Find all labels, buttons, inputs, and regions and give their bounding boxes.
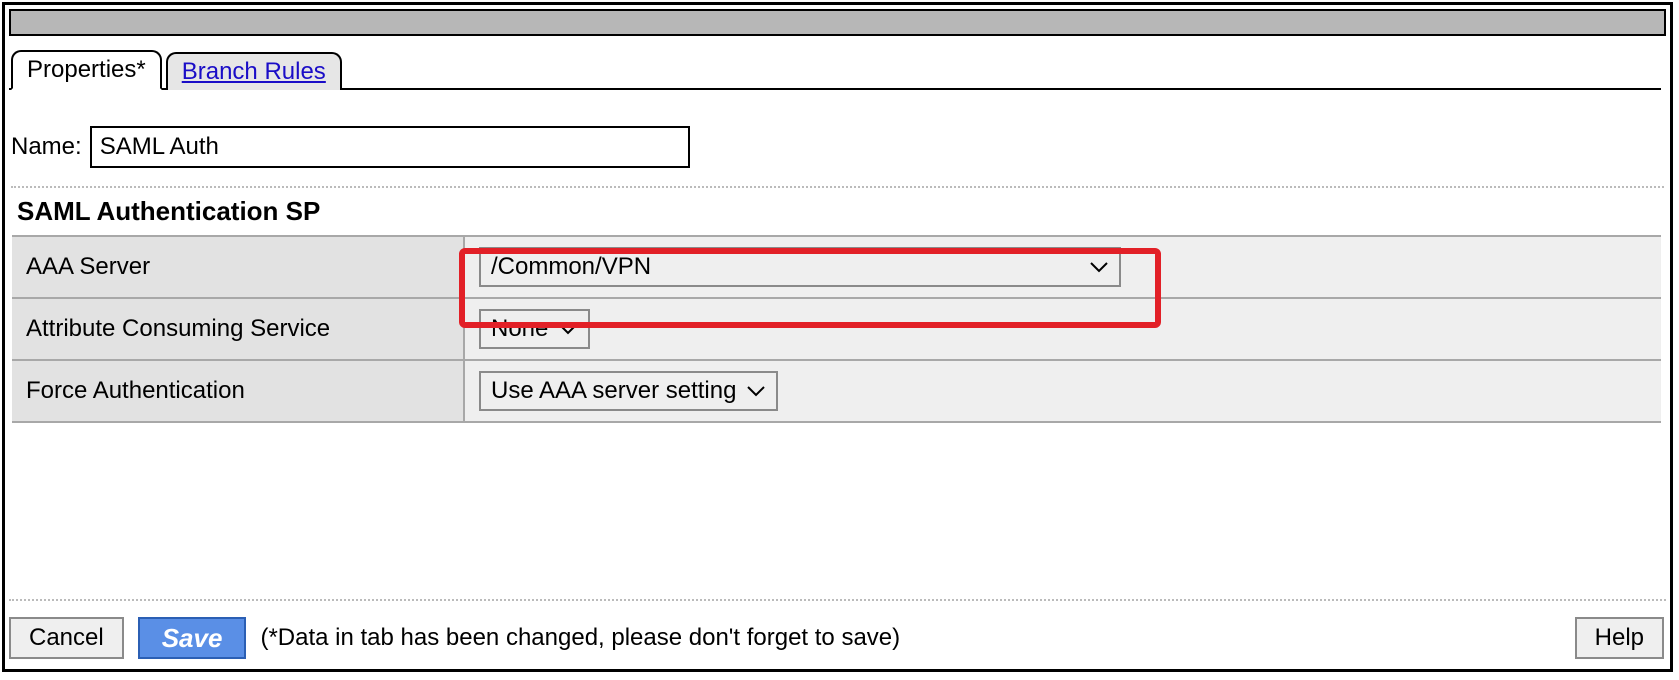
tab-properties[interactable]: Properties* — [11, 50, 162, 90]
label-aaa-server: AAA Server — [12, 236, 464, 298]
chevron-down-icon — [746, 385, 766, 397]
tab-branch-rules[interactable]: Branch Rules — [166, 52, 342, 90]
footer: Cancel Save (*Data in tab has been chang… — [9, 599, 1666, 659]
unsaved-note: (*Data in tab has been changed, please d… — [260, 624, 900, 652]
footer-divider — [9, 599, 1666, 601]
label-force-auth: Force Authentication — [12, 360, 464, 422]
chevron-down-icon — [558, 323, 578, 335]
footer-row: Cancel Save (*Data in tab has been chang… — [9, 617, 1666, 659]
name-input[interactable] — [90, 126, 690, 168]
select-force-auth[interactable]: Use AAA server setting — [479, 371, 778, 411]
select-force-auth-value: Use AAA server setting — [491, 377, 736, 405]
section-title: SAML Authentication SP — [17, 196, 1666, 227]
select-aaa-server[interactable]: /Common/VPN — [479, 247, 1121, 287]
select-acs-value: None — [491, 315, 548, 343]
tab-properties-label: Properties* — [27, 56, 146, 83]
cancel-button[interactable]: Cancel — [9, 617, 124, 659]
divider — [11, 186, 1664, 188]
cancel-button-label: Cancel — [29, 624, 104, 652]
select-acs[interactable]: None — [479, 309, 590, 349]
help-button[interactable]: Help — [1575, 617, 1664, 659]
name-row: Name: — [11, 126, 1666, 168]
dialog-frame: Properties* Branch Rules Name: SAML Auth… — [2, 2, 1673, 672]
content-area: Name: SAML Authentication SP AAA Server … — [9, 90, 1666, 423]
cell-force-auth: Use AAA server setting — [464, 360, 1661, 422]
row-aaa-server: AAA Server /Common/VPN — [12, 236, 1661, 298]
cell-acs: None — [464, 298, 1661, 360]
form-table: AAA Server /Common/VPN Attribute Consumi… — [12, 235, 1661, 423]
save-button[interactable]: Save — [138, 617, 247, 659]
tab-strip: Properties* Branch Rules — [9, 44, 1661, 90]
tab-branch-rules-label: Branch Rules — [182, 58, 326, 85]
row-force-auth: Force Authentication Use AAA server sett… — [12, 360, 1661, 422]
dialog-titlebar — [9, 9, 1666, 36]
label-acs: Attribute Consuming Service — [12, 298, 464, 360]
help-button-label: Help — [1595, 624, 1644, 652]
chevron-down-icon — [1089, 261, 1109, 273]
row-acs: Attribute Consuming Service None — [12, 298, 1661, 360]
save-button-label: Save — [162, 623, 223, 654]
cell-aaa-server: /Common/VPN — [464, 236, 1661, 298]
select-aaa-server-value: /Common/VPN — [491, 253, 651, 281]
name-label: Name: — [11, 133, 82, 161]
